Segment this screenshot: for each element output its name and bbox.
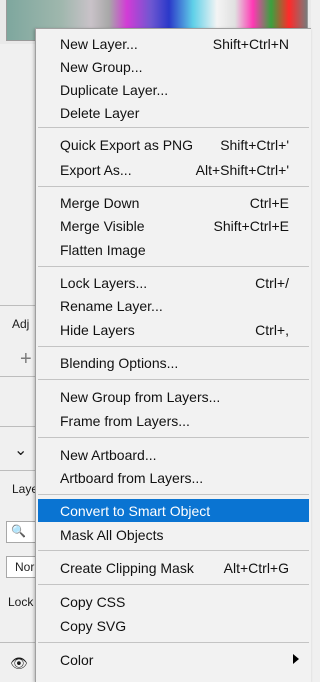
menu-item-label: Convert to Smart Object [60, 502, 211, 519]
menu-item-label: Flatten Image [60, 241, 146, 258]
menu-item-quick-export-png[interactable]: Quick Export as PNG Shift+Ctrl+' [38, 133, 309, 156]
menu-item-export-as[interactable]: Export As... Alt+Shift+Ctrl+' [38, 158, 309, 181]
menu-item-label: New Artboard... [60, 446, 157, 463]
menu-separator [38, 127, 309, 128]
menu-item-label: Copy CSS [60, 593, 126, 610]
menu-item-label: Frame from Layers... [60, 412, 190, 429]
menu-item-shortcut: Alt+Shift+Ctrl+' [195, 161, 289, 178]
menu-item-label: New Group from Layers... [60, 388, 221, 405]
menu-item-new-group[interactable]: New Group... [38, 55, 309, 78]
menu-separator [38, 186, 309, 187]
layer-search-field[interactable]: 🔍 [6, 521, 36, 543]
menu-item-shortcut: Ctrl+E [249, 194, 289, 211]
menu-item-blending-options[interactable]: Blending Options... [38, 351, 309, 374]
menu-item-label: Export As... [60, 161, 132, 178]
menu-item-rename-layer[interactable]: Rename Layer... [38, 294, 309, 317]
menu-item-new-layer[interactable]: New Layer... Shift+Ctrl+N [38, 32, 309, 55]
menu-item-label: Mask All Objects [60, 526, 164, 543]
menu-item-mask-all-objects[interactable]: Mask All Objects [38, 523, 309, 546]
menu-item-merge-visible[interactable]: Merge Visible Shift+Ctrl+E [38, 214, 309, 237]
menu-item-artboard-from-layers[interactable]: Artboard from Layers... [38, 466, 309, 489]
menu-item-hide-layers[interactable]: Hide Layers Ctrl+, [38, 318, 309, 341]
panel-divider [0, 470, 36, 471]
menu-item-convert-to-smart-object[interactable]: Convert to Smart Object [38, 499, 309, 522]
menu-item-copy-css[interactable]: Copy CSS [38, 590, 309, 613]
menu-item-label: Rename Layer... [60, 297, 163, 314]
menu-item-label: New Group... [60, 58, 143, 75]
menu-item-label: Delete Layer [60, 104, 140, 121]
menu-separator [38, 584, 309, 585]
menu-item-copy-svg[interactable]: Copy SVG [38, 614, 309, 637]
submenu-arrow-icon [293, 654, 299, 664]
menu-item-new-artboard[interactable]: New Artboard... [38, 443, 309, 466]
menu-item-shortcut: Ctrl+/ [255, 274, 289, 291]
menu-item-new-group-from-layers[interactable]: New Group from Layers... [38, 385, 309, 408]
menu-separator [38, 642, 309, 643]
panel-divider [0, 642, 36, 643]
lock-label: Lock [8, 595, 34, 609]
menu-item-label: Hide Layers [60, 321, 135, 338]
blend-mode-value: Nor [15, 560, 35, 574]
menu-item-shortcut: Shift+Ctrl+' [220, 136, 289, 153]
chevron-down-icon[interactable]: ⌄ [14, 440, 27, 460]
menu-item-label: Merge Visible [60, 217, 145, 234]
menu-separator [38, 550, 309, 551]
menu-item-duplicate-layer[interactable]: Duplicate Layer... [38, 78, 309, 101]
menu-item-merge-down[interactable]: Merge Down Ctrl+E [38, 191, 309, 214]
menu-item-label: Copy SVG [60, 617, 127, 634]
menu-item-shortcut: Shift+Ctrl+N [212, 35, 289, 52]
eye-visibility-icon[interactable]: 👁 [10, 655, 28, 672]
menu-separator [38, 266, 309, 267]
menu-item-delete-layer[interactable]: Delete Layer [38, 101, 309, 124]
menu-separator [38, 379, 309, 380]
menu-item-color[interactable]: Color [38, 648, 309, 671]
menu-item-label: Create Clipping Mask [60, 559, 194, 576]
menu-item-label: Blending Options... [60, 354, 179, 371]
add-adjustment-icon[interactable]: + [20, 348, 32, 371]
menu-item-lock-layers[interactable]: Lock Layers... Ctrl+/ [38, 271, 309, 294]
panel-divider [0, 305, 36, 306]
menu-item-flatten-image[interactable]: Flatten Image [38, 238, 309, 261]
panel-divider [0, 376, 36, 377]
menu-separator [38, 494, 309, 495]
menu-item-label: Quick Export as PNG [60, 136, 194, 153]
menu-item-label: Lock Layers... [60, 274, 148, 291]
menu-item-shortcut: Ctrl+, [255, 321, 289, 338]
menu-separator [38, 346, 309, 347]
menu-item-label: Duplicate Layer... [60, 81, 169, 98]
search-icon: 🔍 [11, 524, 26, 538]
blend-mode-select[interactable]: Nor [6, 556, 36, 578]
menu-separator [38, 437, 309, 438]
adjustments-panel-tab[interactable]: Adj [12, 317, 29, 331]
menu-item-create-clipping-mask[interactable]: Create Clipping Mask Alt+Ctrl+G [38, 556, 309, 579]
menu-item-label: Color [60, 651, 94, 668]
menu-item-label: Merge Down [60, 194, 140, 211]
menu-item-shortcut: Shift+Ctrl+E [213, 217, 289, 234]
layer-context-menu: New Layer... Shift+Ctrl+N New Group... D… [35, 28, 311, 682]
menu-item-label: Artboard from Layers... [60, 469, 204, 486]
menu-item-label: New Layer... [60, 35, 138, 52]
panel-divider [0, 426, 36, 427]
menu-item-shortcut: Alt+Ctrl+G [223, 559, 289, 576]
menu-item-frame-from-layers[interactable]: Frame from Layers... [38, 409, 309, 432]
